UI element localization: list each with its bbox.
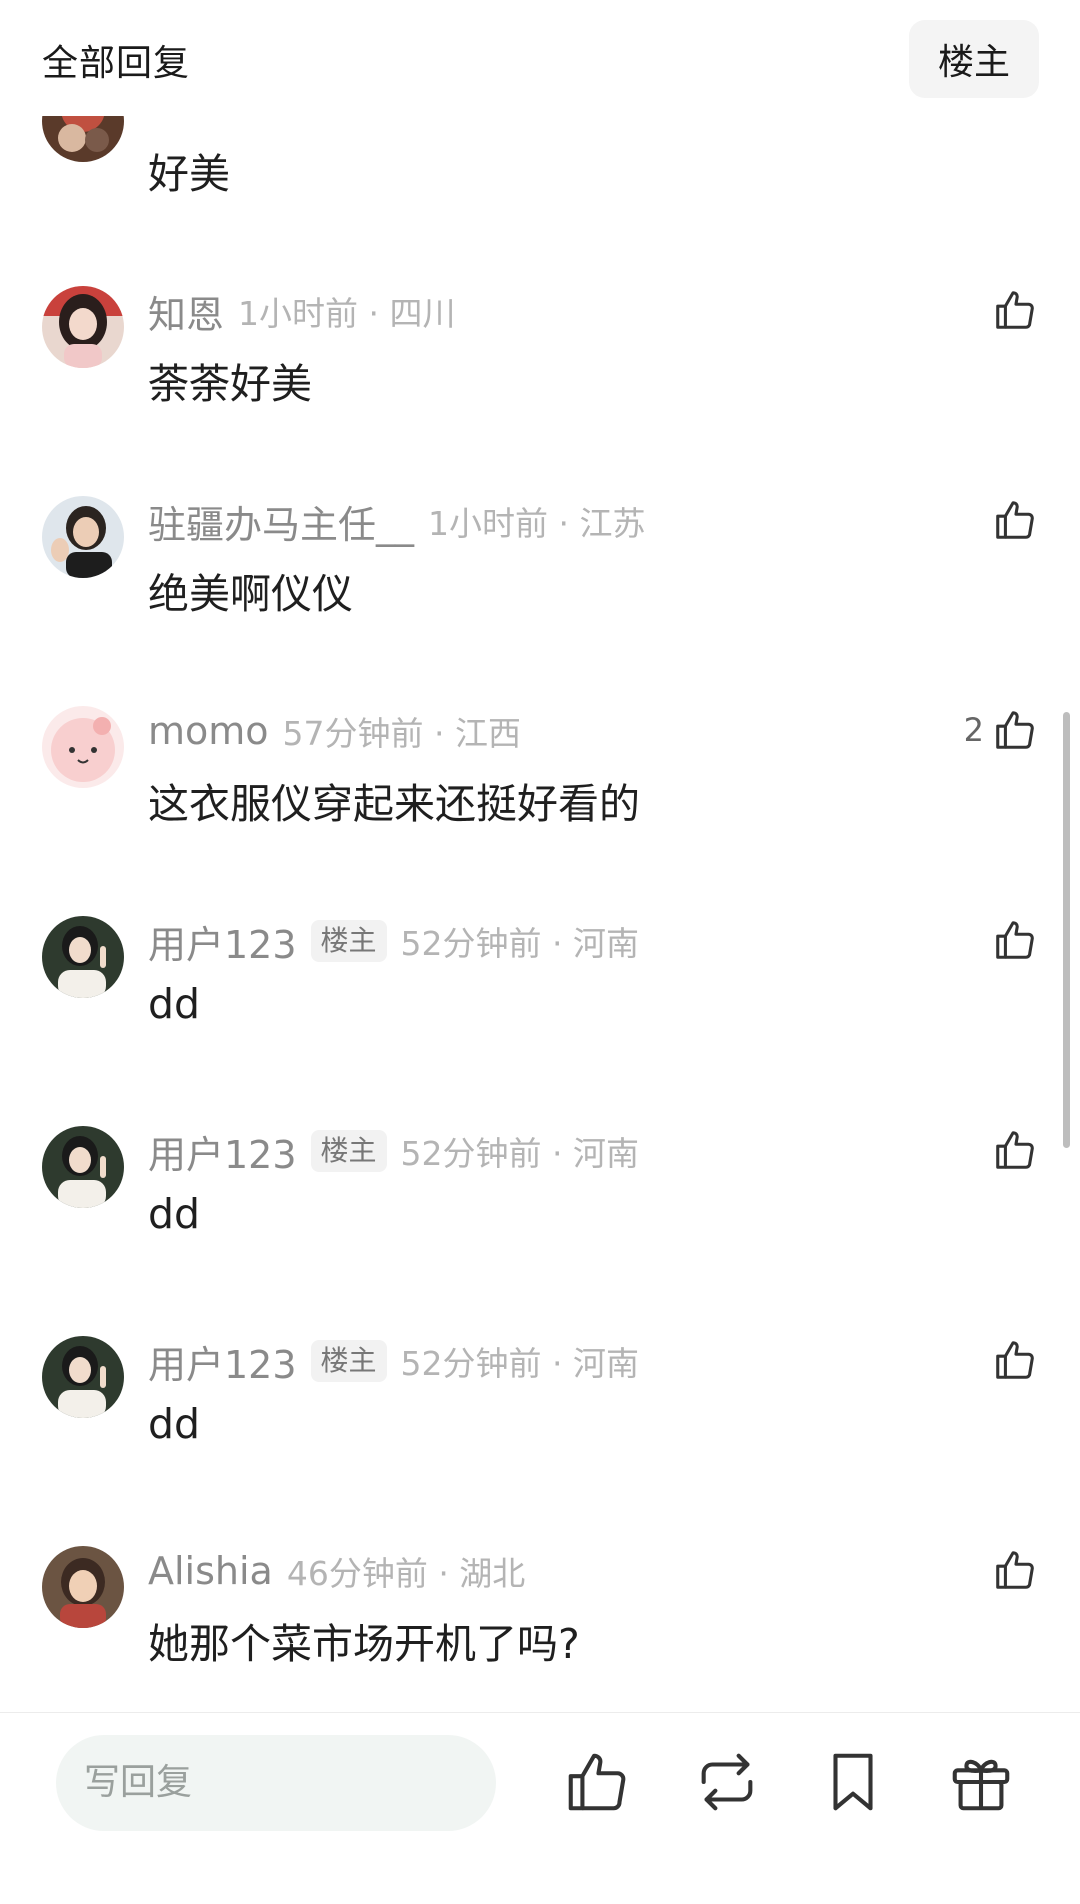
comment-text: 荼荼好美: [148, 360, 312, 408]
comment-meta: momo 57分钟前 · 江西: [148, 706, 521, 756]
author-name[interactable]: 知恩: [148, 284, 224, 339]
avatar[interactable]: [42, 1336, 124, 1418]
bookmark-icon[interactable]: [818, 1747, 888, 1817]
time-location: 1小时前 · 四川: [238, 294, 456, 333]
like-button[interactable]: [984, 1124, 1038, 1176]
like-button[interactable]: [984, 284, 1038, 336]
comment-item: 用户123 楼主 52分钟前 · 河南 dd: [0, 916, 1080, 1116]
op-badge: 楼主: [310, 1130, 387, 1172]
time-location: 52分钟前 · 河南: [400, 1134, 640, 1173]
avatar[interactable]: [42, 1126, 124, 1208]
comment-item: momo 57分钟前 · 江西 这衣服仪穿起来还挺好看的 2: [0, 706, 1080, 906]
op-badge: 楼主: [310, 920, 387, 962]
comment-text: 她那个菜市场开机了吗?: [148, 1620, 580, 1668]
avatar[interactable]: [42, 286, 124, 368]
comment-meta: Alishia 46分钟前 · 湖北: [148, 1546, 525, 1596]
thumbs-up-icon: [996, 1131, 1034, 1169]
like-button[interactable]: [984, 914, 1038, 966]
time-location: 57分钟前 · 江西: [282, 714, 521, 753]
thumbs-up-icon: [996, 291, 1034, 329]
thumbs-up-icon: [996, 501, 1034, 539]
comment-item: 用户123 楼主 52分钟前 · 河南 dd: [0, 1336, 1080, 1536]
author-name[interactable]: Alishia: [148, 1549, 273, 1593]
bottom-action-bar: 写回复: [0, 1712, 1080, 1904]
time-location: 46分钟前 · 湖北: [286, 1554, 526, 1593]
author-name[interactable]: 用户123: [148, 914, 297, 969]
comment-meta: 用户123 楼主 52分钟前 · 河南: [148, 1124, 640, 1179]
like-button[interactable]: [984, 494, 1038, 546]
like-button[interactable]: [984, 1334, 1038, 1386]
comment-text: dd: [148, 1400, 201, 1448]
thumbs-up-icon: [996, 711, 1034, 749]
author-name[interactable]: 用户123: [148, 1124, 297, 1179]
avatar[interactable]: [42, 496, 124, 578]
op-only-filter-button[interactable]: 楼主: [909, 20, 1039, 98]
comment-text: 好美: [148, 150, 230, 198]
header: 全部回复 楼主: [0, 0, 1080, 116]
thumbs-up-icon: [996, 1551, 1034, 1589]
comment-item: 驻疆办马主任__ 1小时前 · 江苏 绝美啊仪仪: [0, 496, 1080, 696]
avatar[interactable]: [42, 706, 124, 788]
comment-item: 知恩 1小时前 · 四川 荼荼好美: [0, 286, 1080, 486]
time-location: 1小时前 · 江苏: [428, 504, 646, 543]
repost-icon[interactable]: [692, 1747, 762, 1817]
author-name[interactable]: 用户123: [148, 1334, 297, 1389]
like-button[interactable]: 2: [964, 704, 1038, 756]
reply-input[interactable]: 写回复: [56, 1735, 496, 1831]
thumbs-up-icon: [996, 1341, 1034, 1379]
avatar[interactable]: [42, 1546, 124, 1628]
comment-meta: 驻疆办马主任__ 1小时前 · 江苏: [148, 494, 646, 549]
time-location: 52分钟前 · 河南: [400, 1344, 640, 1383]
like-button[interactable]: [984, 1544, 1038, 1596]
thumbs-up-icon: [996, 921, 1034, 959]
comment-meta: 用户123 楼主 52分钟前 · 河南: [148, 1334, 640, 1389]
author-name[interactable]: momo: [148, 709, 269, 753]
time-location: 52分钟前 · 河南: [400, 924, 640, 963]
like-count: 2: [963, 711, 984, 749]
comment-text: 这衣服仪穿起来还挺好看的: [148, 780, 640, 828]
comment-meta: 用户123 楼主 52分钟前 · 河南: [148, 914, 640, 969]
comment-meta: 知恩 1小时前 · 四川: [148, 284, 456, 339]
gift-icon[interactable]: [946, 1747, 1016, 1817]
comment-text: dd: [148, 980, 201, 1028]
comment-text: dd: [148, 1190, 201, 1238]
comment-text: 绝美啊仪仪: [148, 570, 353, 618]
author-name[interactable]: 驻疆办马主任__: [148, 494, 414, 549]
page-title: 全部回复: [42, 43, 191, 84]
avatar[interactable]: [42, 916, 124, 998]
comment-item: 用户123 楼主 52分钟前 · 河南 dd: [0, 1126, 1080, 1326]
scrollbar[interactable]: [1063, 712, 1070, 1148]
like-icon[interactable]: [562, 1747, 632, 1817]
op-badge: 楼主: [310, 1340, 387, 1382]
